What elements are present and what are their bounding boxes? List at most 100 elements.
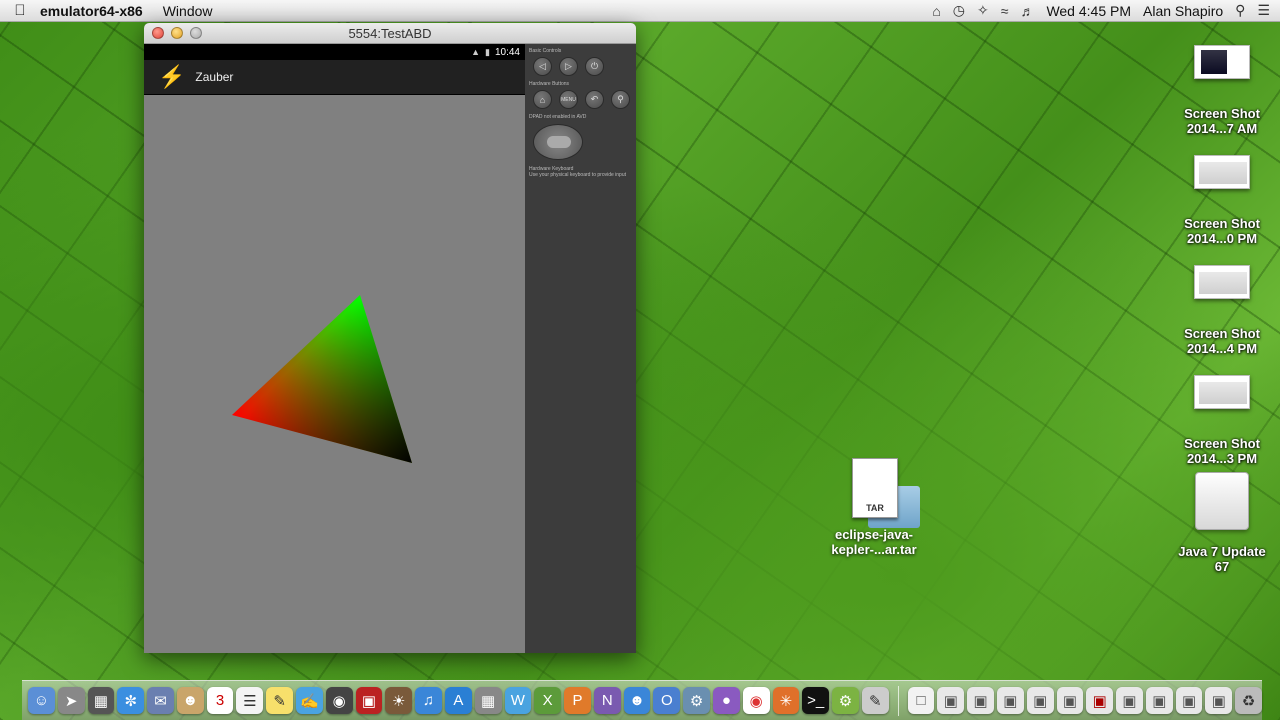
terminal-icon[interactable]: >_ [802,687,830,714]
mail-icon[interactable]: ✉ [147,687,174,714]
window-titlebar[interactable]: 5554:TestABD [144,23,636,44]
lightning-bolt-icon[interactable]: ⚡ [158,66,185,88]
minimized-window-icon[interactable]: ▣ [1145,687,1173,714]
notification-center-icon[interactable]: ☰ [1257,2,1270,19]
hardware-buttons-label: Hardware Buttons [529,81,570,87]
status-menus: ⌂ ◷ ✧ ≈ ♬ Wed 4:45 PM Alan Shapiro ⚲ ☰ [932,2,1280,19]
spotlight-search-icon[interactable]: ⚲ [1235,2,1245,19]
volume-up-button[interactable]: ▷ [559,57,578,76]
reminders-icon[interactable]: ☰ [236,687,264,714]
document-icon[interactable]: □ [907,687,935,714]
device-screen[interactable]: ▲ ▮ 10:44 ⚡ Zauber [144,44,525,653]
menu-clock[interactable]: Wed 4:45 PM [1046,3,1131,19]
firefox-icon[interactable]: ✳ [772,687,800,714]
script-editor-icon[interactable]: ✎ [861,687,889,714]
tar-archive-icon[interactable]: TAR [850,458,925,530]
excel-icon[interactable]: X [534,687,562,714]
search-button[interactable]: ⚲ [611,90,630,109]
file-name-line2: 2014...7 AM [1186,121,1258,136]
time-machine-icon[interactable]: ◷ [953,2,965,19]
java-update-drive[interactable]: Java 7 Update 67 [1172,472,1272,574]
volume-down-button[interactable]: ◁ [533,57,552,76]
android-icon[interactable]: ⚙ [832,687,859,714]
finder-icon[interactable]: ☺ [28,687,55,714]
mission-control-icon[interactable]: ▦ [87,687,115,714]
action-bar: ⚡ Zauber [144,60,525,95]
desktop-screenshot-3[interactable]: Screen Shot 2014...4 PM [1172,265,1272,356]
system-preferences-icon[interactable]: ⚙ [683,687,710,714]
traffic-lights [152,27,202,39]
safari-icon[interactable]: ✼ [117,687,145,714]
messages-icon[interactable]: ✍ [296,687,323,714]
app-menu[interactable]: emulator64-x86 [40,3,143,19]
back-button[interactable]: ↶ [585,90,604,109]
bluetooth-icon[interactable]: ✧ [977,2,989,19]
triangle-canvas [232,295,412,463]
minimized-window-icon[interactable]: ▣ [996,687,1024,714]
drive-name-line1: Java 7 Update [1178,544,1266,559]
power-button[interactable]: ⏻ [585,57,604,76]
tar-archive-label[interactable]: eclipse-java- kepler-...ar.tar [824,527,924,557]
outlook-icon[interactable]: O [653,687,681,714]
wifi-icon[interactable]: ≈ [1001,3,1009,19]
dpad[interactable] [533,124,583,160]
facetime-icon[interactable]: ◉ [325,687,353,714]
desktop-screenshot-4[interactable]: Screen Shot 2014...3 PM [1172,375,1272,466]
notes-icon[interactable]: ✎ [266,687,294,714]
calendar-icon[interactable]: 3 [206,687,234,714]
gl-surface-view[interactable] [144,95,525,653]
minimized-window-icon[interactable]: ▣ [1056,687,1084,714]
dock-separator [897,685,899,716]
itunes-icon[interactable]: ♫ [415,687,442,714]
minimized-window-icon[interactable]: ▣ [1026,687,1054,714]
screenshot-thumbnail [1194,45,1250,79]
apple-menu-icon[interactable]:  [0,2,40,19]
tar-file-icon: TAR [852,458,898,518]
onenote-icon[interactable]: N [593,687,621,714]
minimized-window-icon[interactable]: ▣ [1175,687,1203,714]
file-name-line1: Screen Shot [1184,326,1260,341]
triangle-shade [232,295,412,463]
dpad-center[interactable] [547,136,571,148]
zoom-button[interactable] [190,27,202,39]
powerpoint-icon[interactable]: P [564,687,591,714]
app-store-icon[interactable]: A [444,687,472,714]
minimized-window-icon[interactable]: ▣ [967,687,994,714]
menu-button[interactable]: MENU [559,90,578,109]
screenshot-thumbnail [1194,375,1250,409]
minimize-button[interactable] [171,27,183,39]
home-button[interactable]: ⌂ [533,90,552,109]
hardware-buttons-row: ⌂ MENU ↶ ⚲ [533,90,632,109]
file-name-line1: Screen Shot [1184,106,1260,121]
close-button[interactable] [152,27,164,39]
trash-icon[interactable]: ♻ [1235,687,1263,714]
lync-icon[interactable]: ☻ [623,687,651,714]
home-icon[interactable]: ⌂ [932,3,940,19]
window-title: 5554:TestABD [348,25,432,41]
file-name-line2: kepler-...ar.tar [831,542,917,557]
android-status-bar: ▲ ▮ 10:44 [144,44,525,60]
desktop-screenshot-1[interactable]: Screen Shot 2014...7 AM [1172,45,1272,136]
word-icon[interactable]: W [504,687,532,714]
disk-image-icon [1195,472,1249,530]
preview-icon[interactable]: ▦ [474,687,502,714]
minimized-window-icon[interactable]: ▣ [1086,687,1114,714]
iphoto-icon[interactable]: ☀ [385,687,413,714]
launchpad-icon[interactable]: ➤ [57,687,85,714]
window-menu[interactable]: Window [163,3,213,19]
screenshot-thumbnail [1194,265,1250,299]
xcode-icon[interactable]: ● [712,687,740,714]
file-name-line2: 2014...3 PM [1186,451,1258,466]
minimized-window-icon[interactable]: ▣ [1116,687,1143,714]
minimized-window-icon[interactable]: ▣ [1205,687,1233,714]
user-menu[interactable]: Alan Shapiro [1143,3,1223,19]
volume-icon[interactable]: ♬ [1020,3,1034,19]
minimized-window-icon[interactable]: ▣ [937,687,965,714]
dock: ☺ ➤ ▦ ✼ ✉ ☻ 3 ☰ ✎ ✍ ◉ ▣ ☀ ♫ A ▦ W X P N … [22,680,1263,720]
desktop-screenshot-2[interactable]: Screen Shot 2014...0 PM [1172,155,1272,246]
chrome-icon[interactable]: ◉ [742,687,770,714]
contacts-icon[interactable]: ☻ [176,687,204,714]
photo-booth-icon[interactable]: ▣ [355,687,383,714]
file-name-line2: 2014...0 PM [1186,231,1258,246]
basic-controls-row: ◁ ▷ ⏻ [533,57,632,76]
